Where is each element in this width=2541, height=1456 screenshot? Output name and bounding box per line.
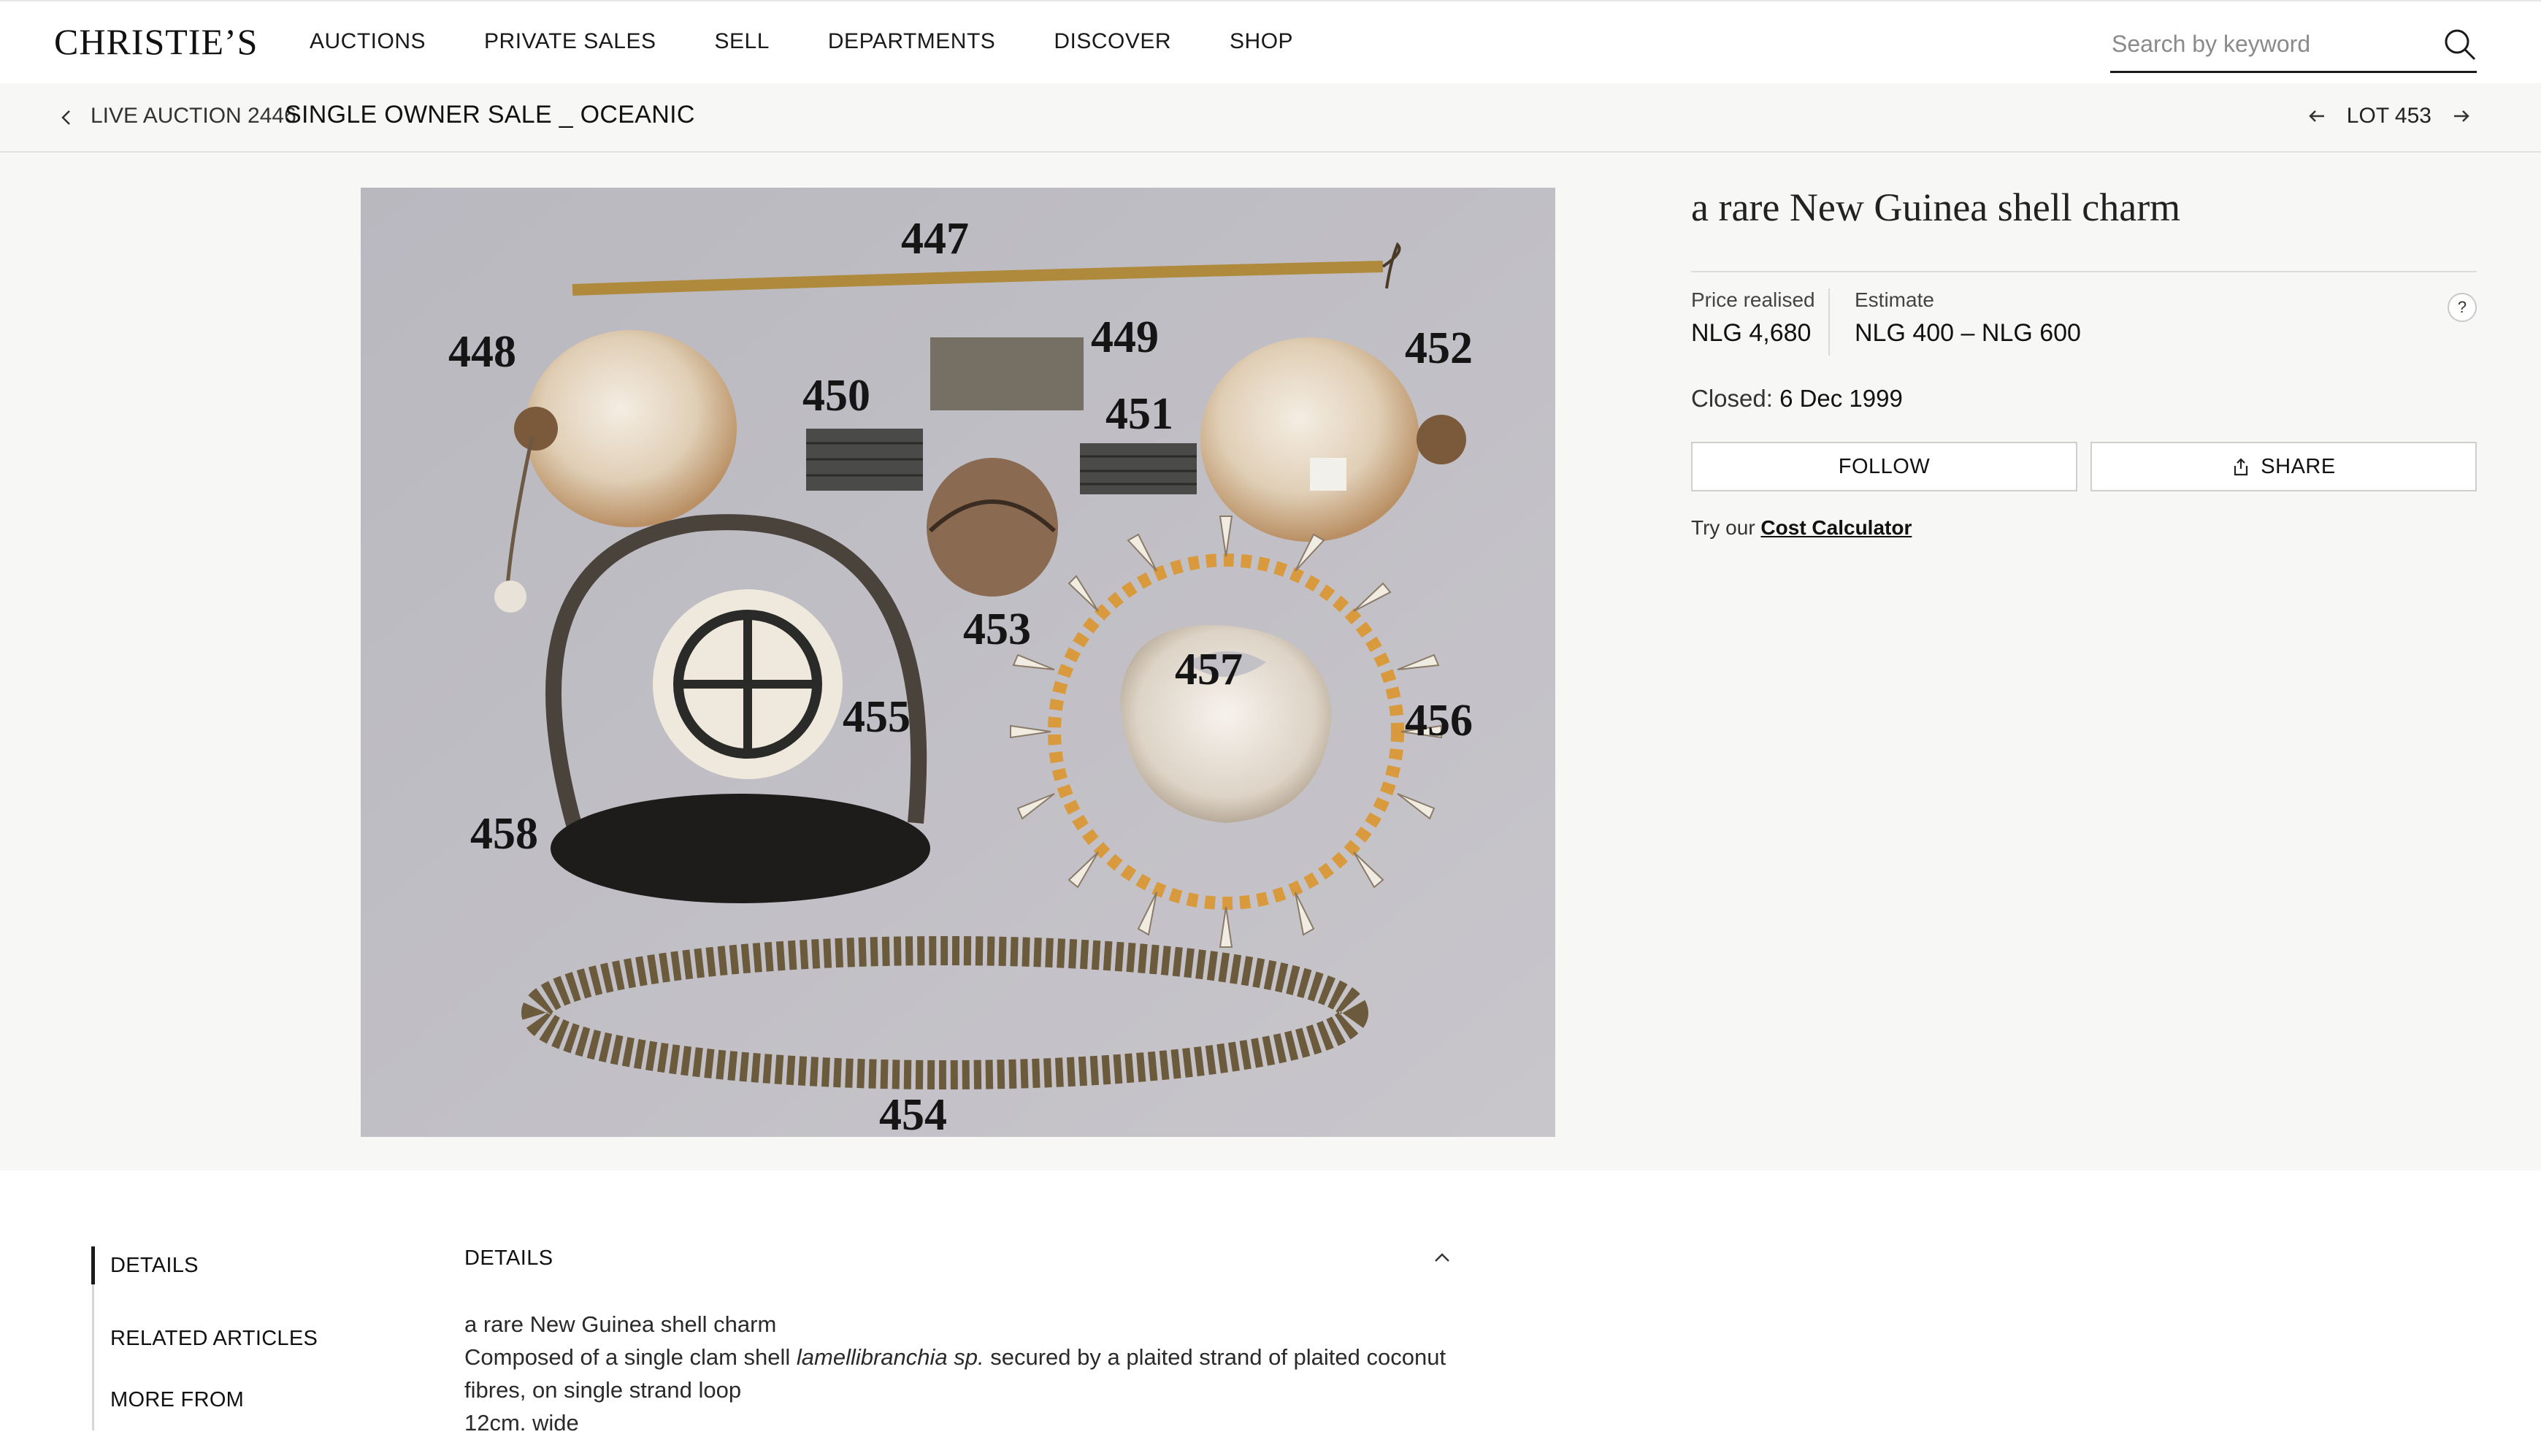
- price-realised: Price realised NLG 4,680: [1691, 288, 1830, 356]
- auction-title[interactable]: SINGLE OWNER SALE _ OCEANIC: [285, 101, 695, 129]
- label-451: 451: [1105, 389, 1173, 439]
- help-icon[interactable]: ?: [2448, 293, 2477, 322]
- nav-private-sales[interactable]: PRIVATE SALES: [484, 29, 656, 54]
- share-button[interactable]: SHARE: [2090, 442, 2477, 491]
- details-line-2: Composed of a single clam shell lamellib…: [464, 1341, 1453, 1373]
- main-nav: AUCTIONS PRIVATE SALES SELL DEPARTMENTS …: [310, 29, 1352, 54]
- lot-navigation: LOT 453: [2304, 104, 2474, 129]
- cost-calculator-line: Try our Cost Calculator: [1691, 516, 2477, 540]
- label-449: 449: [1091, 313, 1159, 362]
- cost-calculator-link[interactable]: Cost Calculator: [1760, 516, 1912, 539]
- price-realised-label: Price realised: [1691, 288, 1815, 311]
- search-icon[interactable]: [2442, 26, 2477, 61]
- nav-discover[interactable]: DISCOVER: [1054, 29, 1171, 54]
- search-input[interactable]: [2110, 28, 2417, 60]
- label-456: 456: [1405, 696, 1473, 746]
- details-line-4: 12cm. wide: [464, 1410, 579, 1436]
- closed-value: 6 Dec 1999: [1779, 385, 1903, 412]
- details-line-3: fibres, on single strand loop: [464, 1377, 742, 1403]
- item-452-shell: [1200, 337, 1419, 542]
- share-label: SHARE: [2261, 454, 2336, 478]
- details-sidenav: DETAILS RELATED ARTICLES MORE FROM: [91, 1246, 318, 1430]
- item-458-pod: [551, 794, 930, 903]
- divider: [1691, 271, 2477, 272]
- details-line-2-a: Composed of a single clam shell: [464, 1344, 797, 1370]
- label-450: 450: [802, 371, 870, 421]
- label-457: 457: [1175, 645, 1243, 694]
- price-block: Price realised NLG 4,680 Estimate NLG 40…: [1691, 288, 2477, 369]
- calc-prefix: Try our: [1691, 516, 1755, 539]
- details-line-2-b: secured by a plaited strand of plaited c…: [984, 1344, 1446, 1370]
- price-realised-value: NLG 4,680: [1691, 319, 1812, 347]
- label-453: 453: [963, 605, 1031, 654]
- label-454: 454: [879, 1090, 947, 1137]
- lot-number: LOT 453: [2346, 104, 2431, 128]
- closed-label: Closed:: [1691, 385, 1773, 412]
- nav-shop[interactable]: SHOP: [1230, 29, 1293, 54]
- arrow-left-icon[interactable]: [2304, 104, 2329, 129]
- label-458: 458: [470, 809, 538, 859]
- chevron-left-icon[interactable]: [54, 105, 79, 130]
- estimate-label: Estimate: [1855, 288, 1934, 311]
- follow-label: FOLLOW: [1838, 454, 1931, 478]
- top-navigation: CHRISTIE’S AUCTIONS PRIVATE SALES SELL D…: [0, 0, 2541, 83]
- sidenav-more-from[interactable]: MORE FROM: [94, 1369, 318, 1430]
- nav-auctions[interactable]: AUCTIONS: [310, 29, 426, 54]
- details-panel: DETAILS a rare New Guinea shell charm Co…: [464, 1246, 1453, 1439]
- lot-hero: 447 448 449 450 451 452 453 457 455 456 …: [0, 153, 2541, 1170]
- item-449-band: [930, 337, 1084, 410]
- item-451-band: [1080, 443, 1197, 494]
- search-bar: [2110, 22, 2477, 73]
- item-453-charm: [927, 458, 1058, 597]
- details-text: a rare New Guinea shell charm Composed o…: [464, 1308, 1453, 1439]
- chevron-up-icon[interactable]: [1431, 1246, 1453, 1268]
- details-heading: DETAILS: [464, 1246, 553, 1270]
- lot-image[interactable]: 447 448 449 450 451 452 453 457 455 456 …: [361, 188, 1555, 1137]
- lot-details-section: DETAILS RELATED ARTICLES MORE FROM DETAI…: [0, 1170, 2541, 1456]
- label-452: 452: [1405, 323, 1473, 373]
- label-448: 448: [448, 327, 516, 377]
- follow-button[interactable]: FOLLOW: [1691, 442, 2077, 491]
- lot-title: a rare New Guinea shell charm: [1691, 185, 2181, 229]
- label-455: 455: [843, 692, 911, 742]
- details-line-1: a rare New Guinea shell charm: [464, 1311, 777, 1337]
- nav-sell[interactable]: SELL: [715, 29, 770, 54]
- details-accordion-header[interactable]: DETAILS: [464, 1246, 1453, 1276]
- estimate: Estimate NLG 400 – NLG 600: [1855, 288, 2081, 348]
- christies-logo[interactable]: CHRISTIE’S: [54, 20, 258, 63]
- estimate-value: NLG 400 – NLG 600: [1855, 319, 2081, 347]
- species-name: lamellibranchia sp.: [796, 1344, 984, 1370]
- lot-info: a rare New Guinea shell charm Price real…: [1691, 185, 2477, 540]
- breadcrumb: LIVE AUCTION 2446 SINGLE OWNER SALE _ OC…: [0, 83, 2541, 153]
- action-buttons: FOLLOW SHARE: [1691, 442, 2477, 491]
- sidenav-details[interactable]: DETAILS: [91, 1246, 318, 1284]
- auction-number[interactable]: LIVE AUCTION 2446: [91, 104, 296, 129]
- nav-departments[interactable]: DEPARTMENTS: [828, 29, 995, 54]
- sidenav-related-articles[interactable]: RELATED ARTICLES: [94, 1308, 318, 1369]
- share-icon: [2234, 458, 2248, 476]
- label-447: 447: [901, 214, 969, 264]
- closed-date: Closed: 6 Dec 1999: [1691, 385, 2477, 413]
- arrow-right-icon[interactable]: [2449, 104, 2474, 129]
